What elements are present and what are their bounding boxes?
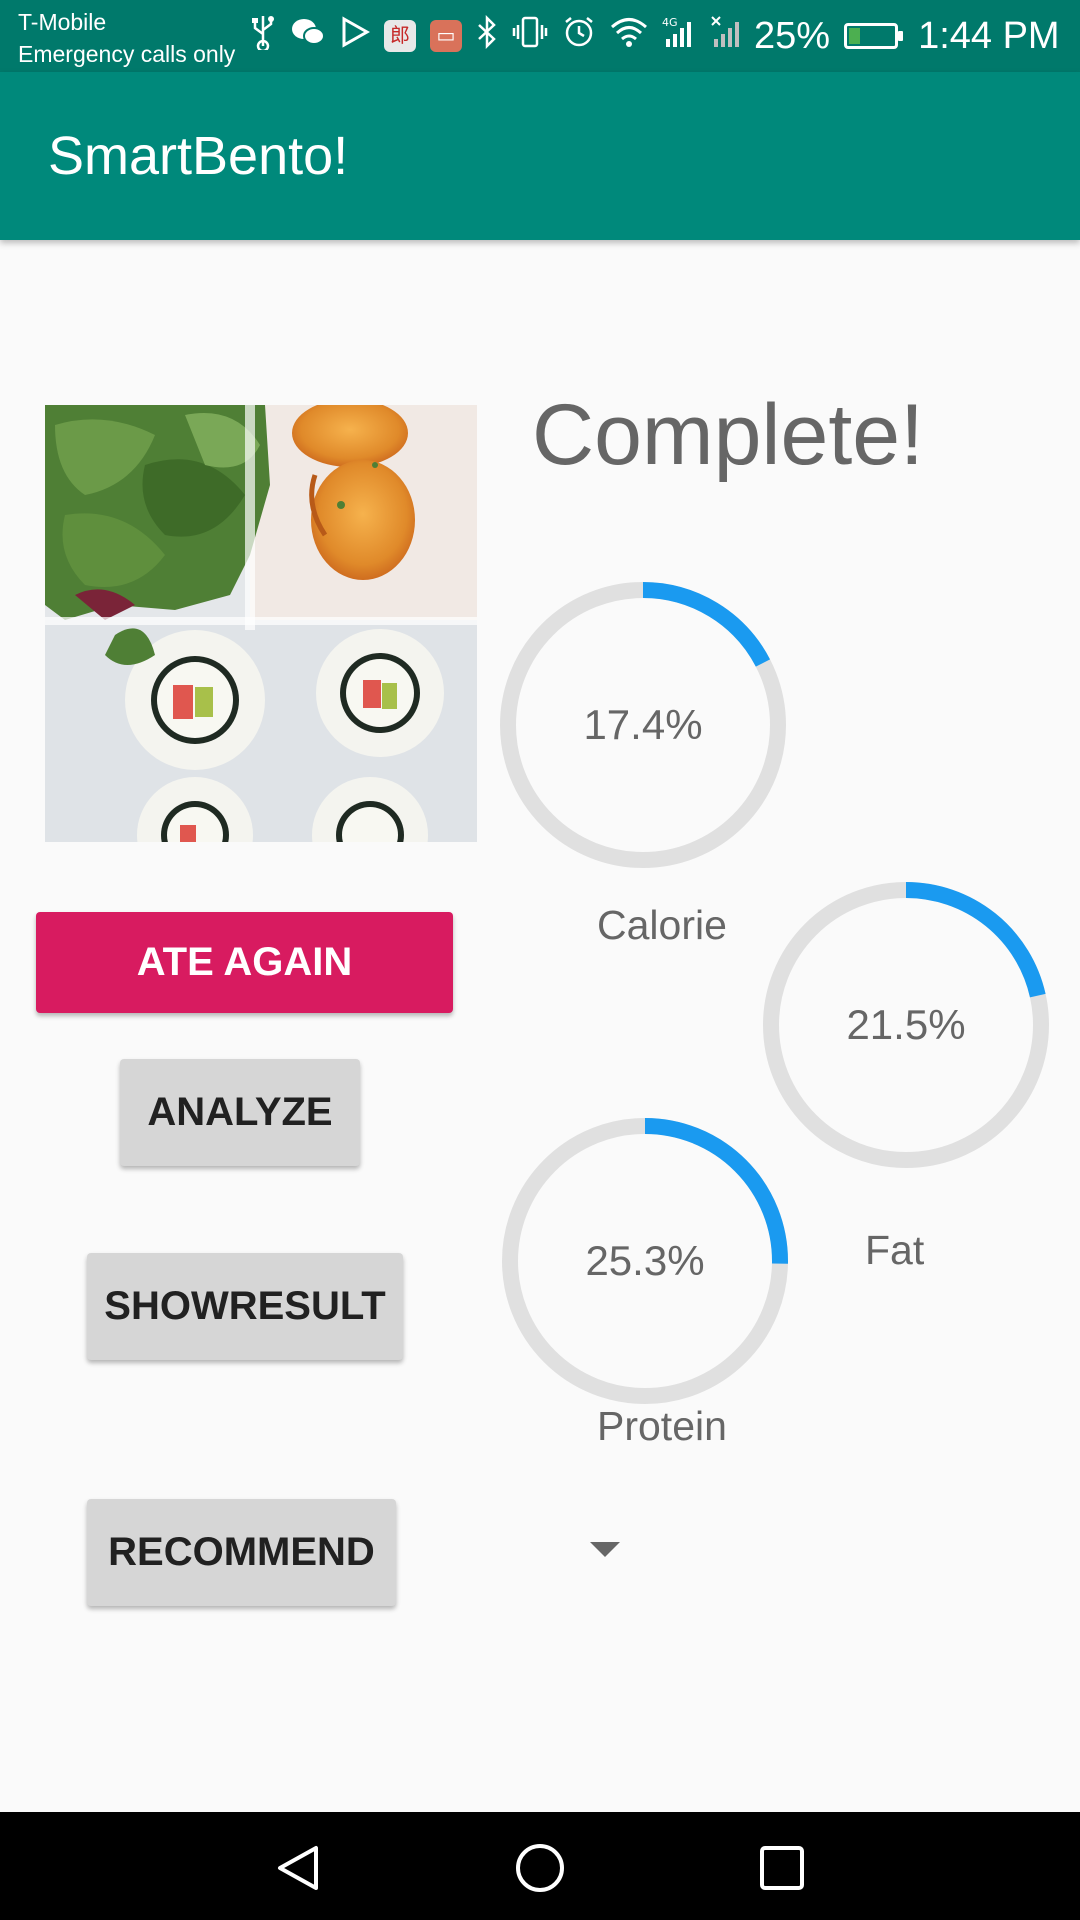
protein-label: Protein [597,1403,727,1449]
carrier-info: T-Mobile Emergency calls only [18,6,235,70]
fat-label: Fat [865,1227,925,1273]
status-bar: T-Mobile Emergency calls only 郎 ▭ 4G 25%… [0,0,1080,72]
inbox-app-icon: ▭ [430,20,462,52]
signal-icon [710,15,740,57]
app-bar: SmartBento! [0,72,1080,240]
carrier-name: T-Mobile [18,9,107,35]
usb-icon [250,14,276,58]
battery-percent: 25% [754,14,831,57]
analyze-button[interactable]: ANALYZE [120,1059,360,1166]
battery-icon [844,23,904,49]
status-complete-text: Complete! [532,387,924,483]
play-store-icon [340,16,371,56]
calorie-progress-ring: 17.4% [498,580,788,870]
bluetooth-icon [476,14,498,57]
back-icon[interactable] [272,1842,324,1899]
dropdown-arrow-icon[interactable] [590,1542,620,1557]
mail-app-icon: 郎 [384,20,416,52]
navigation-bar [0,1812,1080,1920]
battery-level-fill [849,28,861,44]
signal-4g-icon: 4G [662,15,696,57]
protein-percent: 25.3% [585,1237,705,1284]
recents-icon[interactable] [756,1842,808,1899]
fat-percent: 21.5% [846,1001,966,1048]
wechat-icon [290,16,326,56]
svg-text:4G: 4G [662,16,678,29]
network-note: Emergency calls only [18,41,236,67]
bento-photo [45,405,477,842]
calorie-percent: 17.4% [583,701,703,748]
alarm-icon [562,15,596,57]
recommend-button[interactable]: RECOMMEND [87,1499,396,1606]
protein-progress-ring: 25.3% [500,1116,790,1406]
home-icon[interactable] [514,1842,566,1899]
show-result-button[interactable]: SHOWRESULT [87,1253,403,1360]
ate-again-button[interactable]: ATE AGAIN [36,912,453,1013]
app-title: SmartBento! [48,126,349,186]
wifi-icon [610,16,648,56]
calorie-label: Calorie [597,902,727,948]
vibrate-icon [512,15,548,57]
fat-progress-ring: 21.5% [761,880,1051,1170]
clock: 1:44 PM [918,14,1060,57]
status-icons: 郎 ▭ 4G 25% 1:44 PM [250,14,1060,58]
